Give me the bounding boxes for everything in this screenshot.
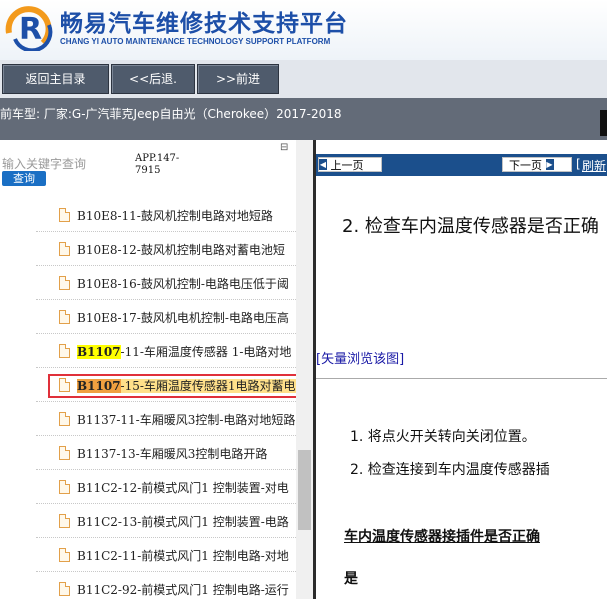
tree-item-text: B11C2-13-前模式风门1 控制装置-电路	[77, 515, 289, 529]
document-icon	[59, 548, 70, 562]
tree-item-text: B10E8-12-鼓风机控制电路对蓄电池短	[77, 243, 285, 257]
vehicle-info-bar: 前车型: 厂家:G-广汽菲克Jeep自由光（Cherokee）2017-2018	[0, 98, 607, 140]
tree-item[interactable]: B11C2-12-前模式风门1 控制装置-对电	[0, 470, 298, 504]
content-divider	[316, 378, 607, 379]
document-icon	[59, 514, 70, 528]
tree-item[interactable]: B1107-11-车厢温度传感器 1-电路对地	[0, 334, 298, 368]
document-icon	[59, 208, 70, 222]
document-icon	[59, 378, 70, 392]
app-header: R 畅易汽车维修技术支持平台 CHANG YI AUTO MAINTENANCE…	[0, 0, 607, 60]
tree-item-label[interactable]: B1107-11-车厢温度传感器 1-电路对地	[77, 343, 291, 360]
tree-item-label[interactable]: B10E8-17-鼓风机电机控制-电路电压高	[77, 309, 289, 326]
document-content: 2. 检查车内温度传感器是否正确 [矢量浏览该图] 1. 将点火开关转向关闭位置…	[316, 176, 607, 599]
refresh-bracket: [	[576, 157, 581, 171]
vector-view-link[interactable]: [矢量浏览该图]	[316, 348, 404, 367]
tree-item[interactable]: B11C2-11-前模式风门1 控制电路-对地	[0, 538, 298, 572]
back-button[interactable]: <<后退.	[111, 64, 195, 94]
tree-item-label[interactable]: B10E8-11-鼓风机控制电路对地短路	[77, 207, 273, 224]
document-icon	[59, 344, 70, 358]
tree-item-text: B10E8-16-鼓风机控制-电路电压低于阈	[77, 277, 289, 291]
search-button[interactable]: 查询	[2, 171, 46, 186]
collapse-icon[interactable]: ⊟	[280, 142, 288, 153]
step-item-1: 1. 将点火开关转向关闭位置。	[350, 429, 536, 445]
tree-item-label[interactable]: B11C2-13-前模式风门1 控制装置-电路	[77, 513, 289, 530]
check-question: 车内温度传感器接插件是否正确	[344, 529, 540, 545]
tree-item-label[interactable]: B11C2-12-前模式风门1 控制装置-对电	[77, 479, 289, 496]
document-icon	[59, 242, 70, 256]
check-answer: 是	[344, 571, 358, 587]
tree-item[interactable]: B1137-13-车厢暖风3控制电路开路	[0, 436, 298, 470]
fault-code-tree: B10E8-11-鼓风机控制电路对地短路 B10E8-12-鼓风机控制电路对蓄电池…	[0, 198, 298, 599]
vehicle-bar-edge	[600, 110, 607, 136]
next-page-button[interactable]: 下一页 ▶	[502, 157, 572, 172]
prev-page-label: 上一页	[330, 159, 364, 172]
document-icon	[59, 480, 70, 494]
tree-item-text: B11C2-92-前模式风门1 控制电路-运行	[77, 583, 289, 597]
document-viewer: ◀ 上一页 下一页 ▶ [ 刷新 2. 检查车内温度传感器是否正确 [矢量浏览该…	[316, 140, 607, 599]
home-button[interactable]: 返回主目录	[2, 64, 109, 94]
search-highlight: B1107	[77, 345, 121, 359]
right-arrow-icon: ▶	[545, 159, 554, 170]
tree-item-text: B10E8-11-鼓风机控制电路对地短路	[77, 209, 273, 223]
tree-item-label[interactable]: B1107-15-车厢温度传感器1电路对蓄电	[77, 377, 296, 394]
tree-item-text: B10E8-17-鼓风机电机控制-电路电压高	[77, 311, 289, 325]
tree-item-text: -11-车厢温度传感器 1-电路对地	[120, 345, 292, 359]
document-icon	[59, 276, 70, 290]
forward-button[interactable]: >>前进	[197, 64, 279, 94]
tree-item-label[interactable]: B10E8-12-鼓风机控制电路对蓄电池短	[77, 241, 285, 258]
vehicle-model-text: 前车型: 厂家:G-广汽菲克Jeep自由光（Cherokee）2017-2018	[0, 107, 342, 121]
tree-item[interactable]: B10E8-16-鼓风机控制-电路电压低于阈	[0, 266, 298, 300]
document-icon	[59, 582, 70, 596]
toolbar: 返回主目录 <<后退. >>前进	[0, 60, 607, 98]
tree-scrollbar[interactable]	[296, 140, 313, 599]
document-icon	[59, 412, 70, 426]
step-item-2: 2. 检查连接到车内温度传感器插	[350, 462, 550, 478]
chang-yi-logo: R	[5, 6, 53, 51]
refresh-link[interactable]: 刷新	[582, 157, 606, 174]
app-subtitle: CHANG YI AUTO MAINTENANCE TECHNOLOGY SUP…	[60, 37, 331, 46]
document-icon	[59, 446, 70, 460]
tree-item[interactable]: B11C2-92-前模式风门1 控制电路-运行	[0, 572, 296, 599]
tree-item[interactable]: B10E8-17-鼓风机电机控制-电路电压高	[0, 300, 298, 334]
left-arrow-icon: ◀	[319, 159, 327, 170]
tree-item-label[interactable]: B11C2-92-前模式风门1 控制电路-运行	[77, 581, 289, 598]
svg-text:R: R	[19, 12, 42, 47]
prev-page-button[interactable]: ◀ 上一页	[318, 157, 382, 172]
tree-item-label[interactable]: B1137-11-车厢暖风3控制-电路对地短路	[77, 411, 295, 428]
tree-item-text: B1137-13-车厢暖风3控制电路开路	[77, 447, 268, 461]
tree-item-label[interactable]: B11C2-11-前模式风门1 控制电路-对地	[77, 547, 289, 564]
step-title: 2. 检查车内温度传感器是否正确	[342, 216, 599, 237]
page-nav-bar: ◀ 上一页 下一页 ▶ [ 刷新	[316, 154, 607, 176]
tree-item-text: B11C2-11-前模式风门1 控制电路-对地	[77, 549, 289, 563]
tree-item[interactable]: B11C2-13-前模式风门1 控制装置-电路	[0, 504, 298, 538]
tree-item-text: B11C2-12-前模式风门1 控制装置-对电	[77, 481, 289, 495]
catalog-panel: 查询 APP.147-7915 ⊟ B10E8-11-鼓风机控制电路对地短路B1…	[0, 140, 313, 599]
tree-item-label[interactable]: B10E8-16-鼓风机控制-电路电压低于阈	[77, 275, 289, 292]
tree-item[interactable]: B10E8-11-鼓风机控制电路对地短路	[0, 198, 298, 232]
search-highlight: B1107	[77, 379, 121, 393]
tree-item[interactable]: B10E8-12-鼓风机控制电路对蓄电池短	[0, 232, 298, 266]
tree-item[interactable]: B1137-11-车厢暖风3控制-电路对地短路	[0, 402, 298, 436]
tree-item-text: B1137-11-车厢暖风3控制-电路对地短路	[77, 413, 296, 427]
app-code: APP.147-7915	[135, 153, 180, 176]
next-page-label: 下一页	[509, 159, 542, 172]
tree-item-label[interactable]: B1137-13-车厢暖风3控制电路开路	[77, 445, 267, 462]
tree-item[interactable]: B1107-15-车厢温度传感器1电路对蓄电	[0, 368, 298, 402]
tree-item-text: -15-车厢温度传感器1电路对蓄电	[120, 379, 296, 393]
app-title: 畅易汽车维修技术支持平台	[60, 11, 348, 37]
document-icon	[59, 310, 70, 324]
scroll-thumb[interactable]	[298, 450, 311, 530]
search-area: 查询 APP.147-7915 ⊟	[0, 140, 296, 190]
